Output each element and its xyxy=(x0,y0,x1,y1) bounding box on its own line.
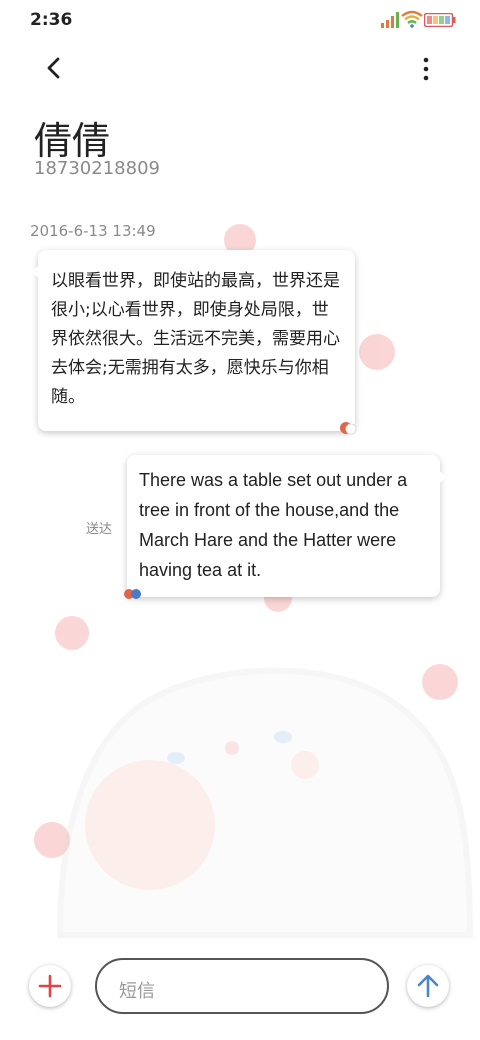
incoming-message-bubble[interactable]: 以眼看世界，即使站的最高，世界还是很小;以心看世界，即使身处局限，世界依然很大。… xyxy=(31,250,357,435)
contact-name: 倩倩 xyxy=(34,119,111,163)
outgoing-message-text: There was a table set out under a tree i… xyxy=(139,470,408,580)
contact-number: 18730218809 xyxy=(34,158,160,179)
bubble-tail xyxy=(437,469,447,485)
strawberry-sticker-icon xyxy=(340,422,357,435)
message-input-placeholder: 短信 xyxy=(119,981,155,1002)
attach-button[interactable] xyxy=(29,965,71,1007)
message-input[interactable]: 短信 xyxy=(95,958,389,1014)
plus-icon xyxy=(38,974,62,998)
send-button[interactable] xyxy=(407,965,449,1007)
incoming-message-text: 以眼看世界，即使站的最高，世界还是很小;以心看世界，即使身处局限，世界依然很大。… xyxy=(51,271,340,407)
outgoing-message-bubble[interactable]: There was a table set out under a tree i… xyxy=(124,455,447,599)
back-arrow-icon[interactable] xyxy=(40,54,68,82)
bubble-tail xyxy=(31,264,41,280)
wifi-icon xyxy=(401,10,423,28)
strawberry-sticker-icon xyxy=(124,589,141,599)
battery-icon xyxy=(424,13,456,27)
status-time: 2:36 xyxy=(30,10,73,30)
more-vertical-icon[interactable] xyxy=(414,56,438,82)
message-timestamp: 2016-6-13 13:49 xyxy=(30,222,156,240)
signal-icon xyxy=(381,12,399,28)
delivery-status: 送达 xyxy=(86,522,113,537)
send-arrow-icon xyxy=(417,974,439,998)
status-bar: 2:36 xyxy=(0,0,480,40)
